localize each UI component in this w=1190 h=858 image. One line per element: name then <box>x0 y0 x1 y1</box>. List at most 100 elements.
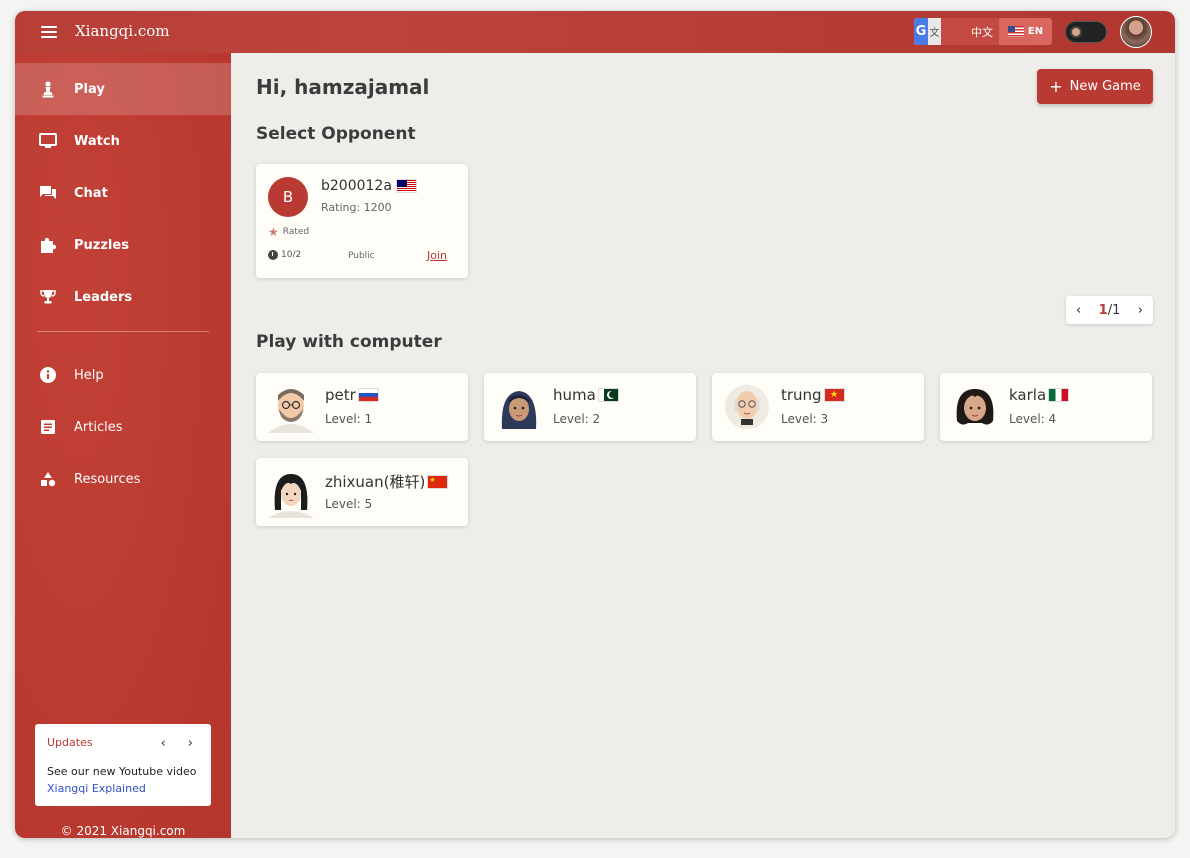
chevron-left-icon[interactable]: ‹ <box>161 736 166 751</box>
page-indicator: 1/1 <box>1099 303 1121 318</box>
opponent-rating: Rating: 1200 <box>321 201 392 214</box>
sidebar-item-label: Help <box>74 367 104 383</box>
join-link[interactable]: Join <box>427 249 447 262</box>
page-total: /1 <box>1107 302 1121 318</box>
info-icon <box>39 366 57 384</box>
sidebar-item-watch[interactable]: Watch <box>15 115 231 167</box>
lang-en-button[interactable]: EN <box>999 18 1052 45</box>
computer-card-karla[interactable]: karla Level: 4 <box>940 373 1152 441</box>
updates-panel: Updates ‹ › See our new Youtube video Xi… <box>35 724 211 806</box>
sidebar-item-label: Play <box>74 81 105 97</box>
select-opponent-heading: Select Opponent <box>256 124 416 144</box>
opponent-name-row: b200012a <box>321 178 417 194</box>
toggle-knob <box>1070 26 1082 38</box>
sidebar-item-help[interactable]: Help <box>15 349 231 401</box>
petr-avatar <box>268 389 314 433</box>
trophy-icon <box>39 288 57 306</box>
opponent-name: b200012a <box>321 178 392 194</box>
page-current: 1 <box>1098 302 1108 318</box>
star-icon: ★ <box>268 225 279 239</box>
sidebar-item-chat[interactable]: Chat <box>15 167 231 219</box>
lang-zh-button[interactable]: 中文 <box>941 18 999 45</box>
visibility-label: Public <box>348 251 375 261</box>
app-window: Xiangqi.com G文 中文 EN Play Watch Chat Puz… <box>15 11 1175 838</box>
brand-logo[interactable]: Xiangqi.com <box>75 22 170 40</box>
page-title: Hi, hamzajamal <box>256 75 430 99</box>
computer-name-row: trung ★ <box>781 386 845 404</box>
sidebar-item-leaders[interactable]: Leaders <box>15 271 231 323</box>
updates-text: See our new Youtube video Xiangqi Explai… <box>47 763 199 797</box>
chevron-right-icon[interactable]: › <box>1138 303 1143 318</box>
computer-card-zhixuan[interactable]: zhixuan(稚轩) ★ Level: 5 <box>256 458 468 526</box>
computer-level: Level: 3 <box>781 412 829 426</box>
play-computer-heading: Play with computer <box>256 332 442 352</box>
computer-name-row: huma <box>553 386 619 404</box>
sidebar-divider <box>37 331 209 332</box>
sidebar-item-label: Watch <box>74 133 120 149</box>
computer-name: zhixuan(稚轩) <box>325 473 426 491</box>
user-avatar[interactable] <box>1120 16 1152 48</box>
pagination: ‹ 1/1 › <box>1066 296 1153 324</box>
computer-level: Level: 2 <box>553 412 601 426</box>
vietnam-flag-icon: ★ <box>823 388 845 402</box>
mexico-flag-icon <box>1048 388 1070 402</box>
language-switcher: G文 中文 EN <box>914 18 1052 45</box>
computer-name-row: petr <box>325 386 379 404</box>
russia-flag-icon <box>357 388 379 402</box>
updates-nav: ‹ › <box>161 736 193 751</box>
sidebar-item-play[interactable]: Play <box>15 63 231 115</box>
updates-link[interactable]: Xiangqi Explained <box>47 782 146 795</box>
computer-name: karla <box>1009 386 1047 404</box>
sidebar-item-label: Chat <box>74 185 108 201</box>
plus-icon: + <box>1049 76 1063 96</box>
copyright: © 2021 Xiangqi.com <box>60 824 186 838</box>
sidebar-item-label: Leaders <box>74 289 133 305</box>
trung-avatar <box>725 385 769 429</box>
dark-mode-toggle[interactable] <box>1065 21 1107 43</box>
opponent-avatar: B <box>268 177 308 217</box>
pawn-icon <box>39 80 57 98</box>
huma-avatar <box>501 391 537 429</box>
malaysia-flag-icon <box>395 179 417 193</box>
puzzle-icon <box>39 236 57 254</box>
pakistan-flag-icon <box>597 388 619 402</box>
hamburger-menu-icon[interactable] <box>41 26 57 38</box>
sidebar-item-label: Puzzles <box>74 237 129 253</box>
sidebar: Play Watch Chat Puzzles Leaders Help Art… <box>15 53 231 838</box>
computer-card-huma[interactable]: huma Level: 2 <box>484 373 696 441</box>
computer-card-petr[interactable]: petr Level: 1 <box>256 373 468 441</box>
china-flag-icon: ★ <box>427 474 449 489</box>
new-game-label: New Game <box>1069 79 1141 94</box>
computer-name-row: karla <box>1009 386 1070 404</box>
karla-avatar <box>956 389 994 425</box>
shapes-icon <box>39 470 57 488</box>
monitor-icon <box>39 132 57 150</box>
us-flag-icon <box>1007 26 1024 37</box>
lang-en-label: EN <box>1027 26 1044 37</box>
updates-message: See our new Youtube video <box>47 765 197 778</box>
computer-name-row: zhixuan(稚轩) ★ <box>325 471 449 492</box>
computer-name: petr <box>325 386 356 404</box>
sidebar-item-label: Resources <box>74 471 141 487</box>
rated-label: Rated <box>282 227 310 237</box>
new-game-button[interactable]: + New Game <box>1037 69 1153 104</box>
computer-name: huma <box>553 386 596 404</box>
sidebar-item-resources[interactable]: Resources <box>15 453 231 505</box>
computer-level: Level: 4 <box>1009 412 1057 426</box>
chat-icon <box>39 184 57 202</box>
article-icon <box>39 418 57 436</box>
sidebar-item-articles[interactable]: Articles <box>15 401 231 453</box>
opponent-card[interactable]: B b200012a Rating: 1200 ★ Rated 10/2 Pub… <box>256 164 468 278</box>
chevron-right-icon[interactable]: › <box>188 736 193 751</box>
computer-name: trung <box>781 386 822 404</box>
time-control-value: 10/2 <box>281 250 302 260</box>
computer-level: Level: 1 <box>325 412 373 426</box>
clock-icon <box>268 250 278 260</box>
computer-card-trung[interactable]: trung ★ Level: 3 <box>712 373 924 441</box>
rated-indicator: ★ Rated <box>268 225 309 239</box>
chevron-left-icon[interactable]: ‹ <box>1076 303 1081 318</box>
sidebar-item-puzzles[interactable]: Puzzles <box>15 219 231 271</box>
computer-level: Level: 5 <box>325 497 373 511</box>
time-control: 10/2 <box>268 250 301 260</box>
google-translate-icon[interactable]: G文 <box>914 18 941 45</box>
